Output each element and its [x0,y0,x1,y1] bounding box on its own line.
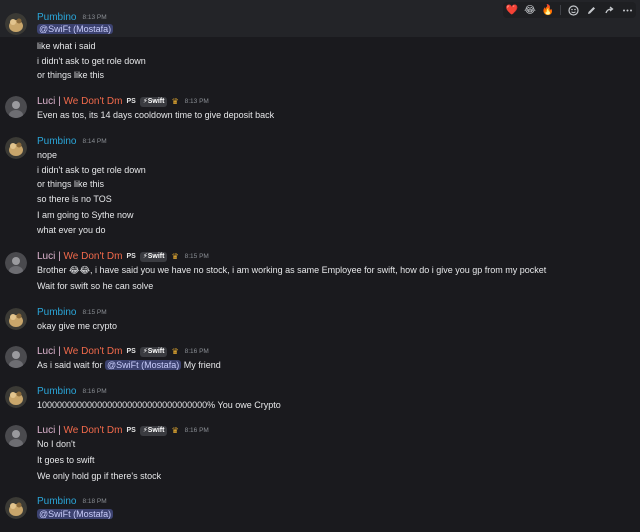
message-header: Pumbino 8:15 PM [37,307,107,318]
message-line: No I don't [37,439,76,449]
reply-icon[interactable] [603,4,615,16]
add-reaction-icon[interactable] [567,4,579,16]
message-header: Pumbino 8:18 PM [37,496,107,507]
avatar-luci[interactable] [5,252,27,274]
message-line: okay give me crypto [37,321,118,331]
server-tag: PS [126,427,136,434]
server-tag: PS [126,348,136,355]
edit-icon[interactable] [585,4,597,16]
message-line: i didn't ask to get role down [37,165,146,175]
crown-icon: ♛ [171,426,179,435]
role-badge: ⚡Swift [139,425,168,436]
message-line: or things like this [37,179,105,189]
message-text: My friend [183,360,221,370]
avatar-pumbino[interactable] [5,386,27,408]
message-line: @SwiFt (Mostafa) [37,24,114,34]
avatar-luci[interactable] [5,346,27,368]
message-line: 1000000000000000000000000000000000% You … [37,400,281,410]
username[interactable]: Luci | We Don't Dm [37,96,122,107]
message-line: We only hold gp if there's stock [37,471,162,481]
message-line: or things like this [37,70,105,80]
message-line: nope [37,150,58,160]
username[interactable]: Pumbino [37,386,76,397]
username[interactable]: Luci | We Don't Dm [37,251,122,262]
timestamp: 8:16 PM [184,348,209,355]
message-header: Pumbino 8:16 PM [37,386,107,397]
message-line: It goes to swift [37,455,95,465]
timestamp: 8:13 PM [184,98,209,105]
message-header: Pumbino 8:14 PM [37,136,107,147]
timestamp: 8:16 PM [184,427,209,434]
message-header: Luci | We Don't Dm PS ⚡Swift ♛ 8:16 PM [37,425,209,436]
message-header: Luci | We Don't Dm PS ⚡Swift ♛ 8:13 PM [37,96,209,107]
username[interactable]: Luci | We Don't Dm [37,425,122,436]
avatar-luci[interactable] [5,425,27,447]
username[interactable]: Luci | We Don't Dm [37,346,122,357]
username[interactable]: Pumbino [37,307,76,318]
message-line: I am going to Sythe now [37,210,134,220]
message-line: like what i said [37,41,96,51]
laugh-reaction-icon[interactable]: 😂 [524,4,536,16]
username[interactable]: Pumbino [37,496,76,507]
crown-icon: ♛ [171,347,179,356]
message-toolbar: ❤️ 😂 🔥 [503,2,636,18]
role-badge: ⚡Swift [139,346,168,357]
message-line: As i said wait for @SwiFt (Mostafa) My f… [37,360,221,370]
avatar-pumbino[interactable] [5,497,27,519]
user-mention[interactable]: @SwiFt (Mostafa) [105,360,182,370]
chat-log: Pumbino 8:13 PM ❤️ 😂 🔥 @SwiFt (Mostafa) [0,0,640,532]
username[interactable]: Pumbino [37,12,76,23]
timestamp: 8:13 PM [82,14,107,21]
message-line: so there is no TOS [37,194,112,204]
message-line: Brother 😂😂, i have said you we have no s… [37,265,547,275]
message-header: Pumbino 8:13 PM [37,12,107,23]
message-header: Luci | We Don't Dm PS ⚡Swift ♛ 8:16 PM [37,346,209,357]
message-line: i didn't ask to get role down [37,56,146,66]
avatar-pumbino[interactable] [5,13,27,35]
timestamp: 8:15 PM [82,309,107,316]
message-line: Even as tos, its 14 days cooldown time t… [37,110,275,120]
server-tag: PS [126,98,136,105]
message-group: Pumbino 8:13 PM ❤️ 😂 🔥 @SwiFt (Mostafa) [0,0,640,37]
timestamp: 8:18 PM [82,498,107,505]
fire-reaction-icon[interactable]: 🔥 [542,4,554,16]
toolbar-divider [560,5,561,15]
message-text: As i said wait for [37,360,103,370]
heart-reaction-icon[interactable]: ❤️ [506,4,518,16]
avatar-pumbino[interactable] [5,308,27,330]
crown-icon: ♛ [171,97,179,106]
server-tag: PS [126,253,136,260]
timestamp: 8:14 PM [82,138,107,145]
timestamp: 8:15 PM [184,253,209,260]
role-badge: ⚡Swift [139,251,168,262]
timestamp: 8:16 PM [82,388,107,395]
message-line: what ever you do [37,225,106,235]
avatar-pumbino[interactable] [5,137,27,159]
crown-icon: ♛ [171,252,179,261]
message-line: @SwiFt (Mostafa) [37,509,114,519]
user-mention[interactable]: @SwiFt (Mostafa) [37,509,114,519]
avatar-luci[interactable] [5,96,27,118]
user-mention[interactable]: @SwiFt (Mostafa) [37,24,114,34]
username[interactable]: Pumbino [37,136,76,147]
more-options-icon[interactable] [621,4,633,16]
message-header: Luci | We Don't Dm PS ⚡Swift ♛ 8:15 PM [37,251,209,262]
role-badge: ⚡Swift [139,96,168,107]
message-line: Wait for swift so he can solve [37,281,154,291]
